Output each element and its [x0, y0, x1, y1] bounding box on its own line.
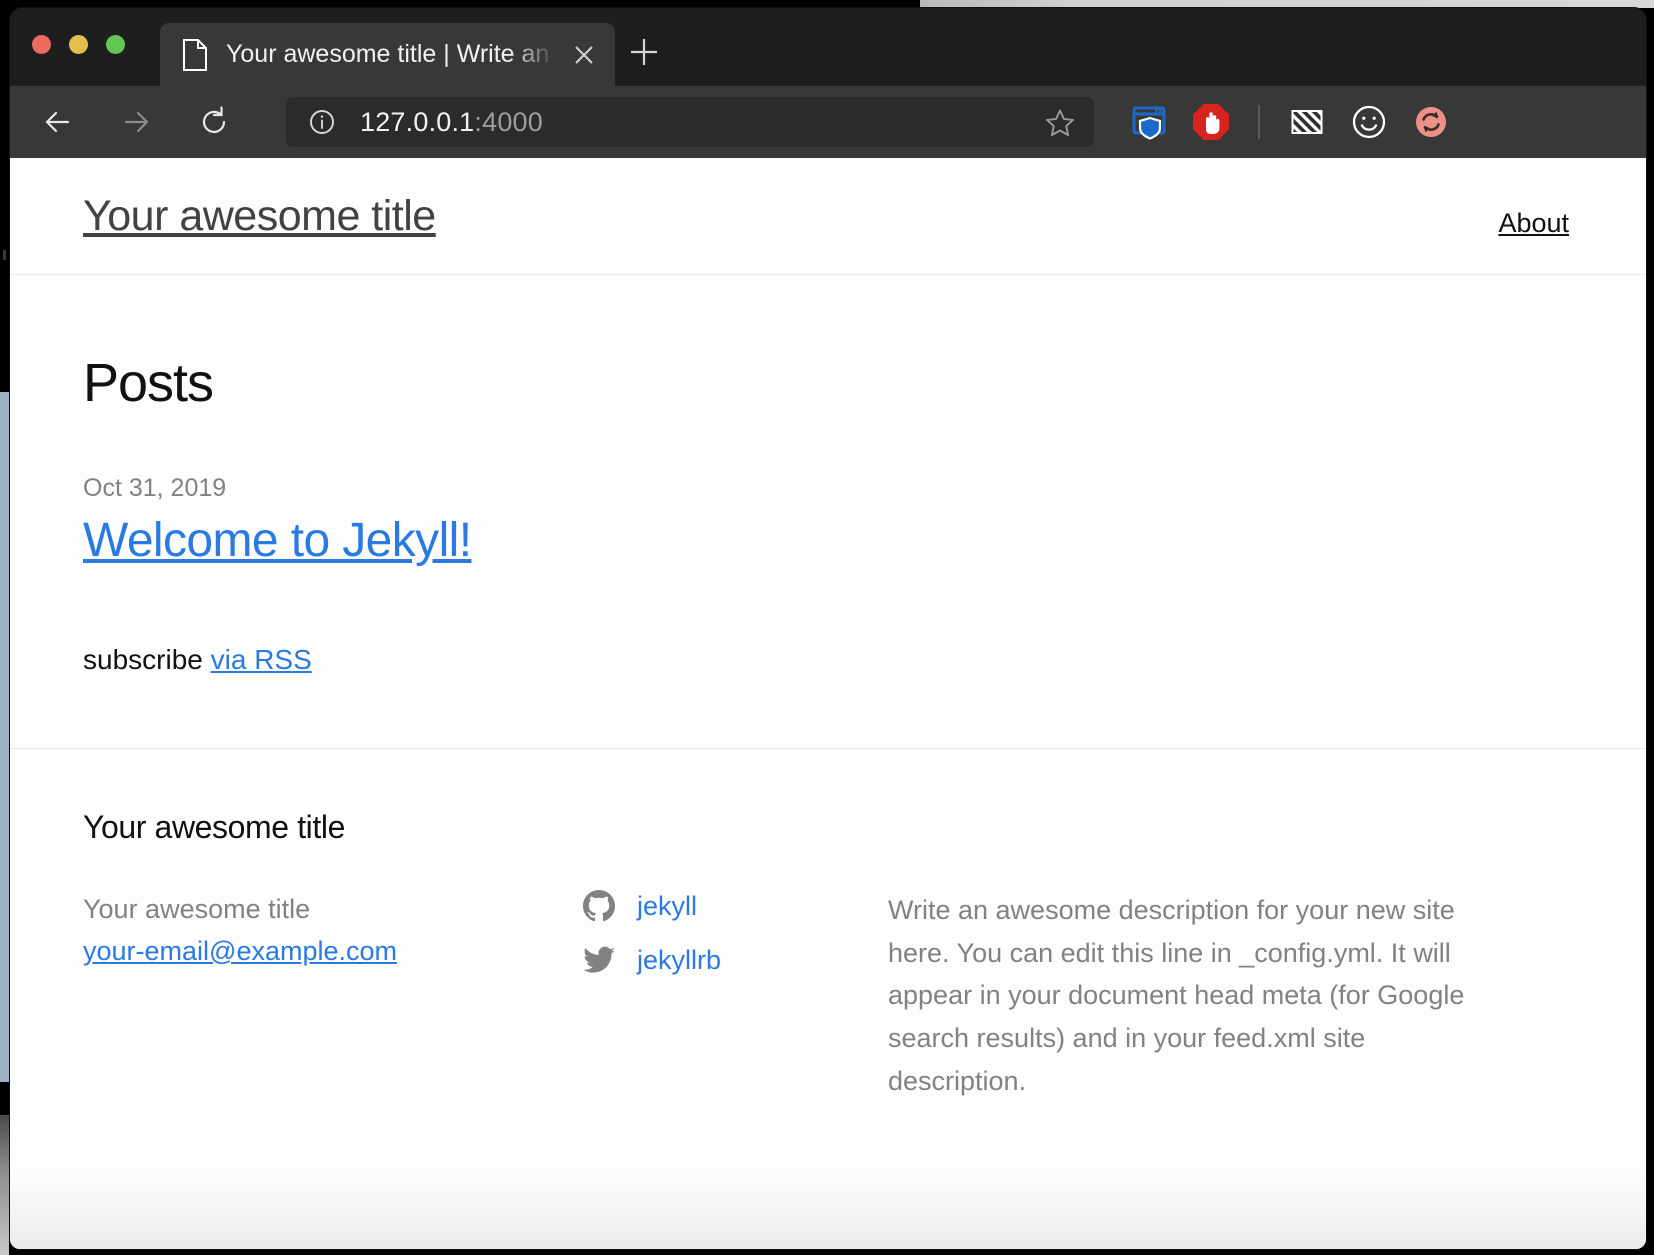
footer-columns: Your awesome title your-email@example.co… [83, 889, 1573, 1102]
site-title[interactable]: Your awesome title [83, 192, 436, 241]
site-footer: Your awesome title Your awesome title yo… [10, 748, 1646, 1102]
github-icon [583, 889, 617, 923]
adblock-stop-hand-icon[interactable] [1180, 91, 1242, 153]
minimize-window-button[interactable] [69, 35, 88, 54]
browser-toolbar: 127.0.0.1:4000 [10, 86, 1646, 158]
toolbar-divider [1258, 105, 1260, 139]
desktop-strip-left [0, 392, 9, 1082]
tab-title: Your awesome title | Write an aw [226, 40, 556, 68]
footer-heading: Your awesome title [83, 809, 345, 845]
site-nav: About [1498, 208, 1569, 239]
page-title: Posts [83, 353, 214, 413]
post-list: Oct 31, 2019 Welcome to Jekyll! [83, 474, 1573, 568]
footer-description: Write an awesome description for your ne… [888, 895, 1465, 1096]
list-item[interactable]: jekyllrb [583, 943, 888, 977]
social-list: jekyll jekyllrb [583, 889, 888, 977]
url-text: 127.0.0.1:4000 [360, 107, 543, 138]
desktop-strip-left-lower [0, 1115, 9, 1255]
twitter-icon [583, 943, 617, 977]
browser-shield-icon[interactable] [1118, 91, 1180, 153]
post-date: Oct 31, 2019 [83, 474, 227, 502]
viewport-bottom-fade [10, 1169, 1646, 1249]
rss-subscribe: subscribe via RSS [83, 644, 1573, 676]
close-icon[interactable] [569, 40, 599, 70]
footer-contact-column: Your awesome title your-email@example.co… [83, 889, 583, 1102]
extension-toolbar [1118, 86, 1462, 158]
reload-icon[interactable] [188, 96, 240, 148]
footer-social-column: jekyll jekyllrb [583, 889, 888, 1102]
smiley-face-icon[interactable] [1338, 91, 1400, 153]
nav-link-about[interactable]: About [1498, 208, 1569, 238]
main-content: Posts Oct 31, 2019 Welcome to Jekyll! su… [10, 352, 1646, 676]
footer-email-link[interactable]: your-email@example.com [83, 936, 397, 966]
back-arrow-icon[interactable] [32, 96, 84, 148]
list-item: Oct 31, 2019 Welcome to Jekyll! [83, 474, 1573, 568]
tab-strip: Your awesome title | Write an aw [10, 8, 1646, 86]
footer-contact-name: Your awesome title [83, 894, 311, 924]
star-icon[interactable] [1044, 107, 1076, 139]
hatched-square-icon[interactable] [1276, 91, 1338, 153]
social-label-twitter[interactable]: jekyllrb [637, 945, 721, 976]
desktop-strip-top [920, 0, 1654, 8]
address-bar[interactable]: 127.0.0.1:4000 [286, 97, 1094, 147]
list-item[interactable]: jekyll [583, 889, 888, 923]
forward-arrow-icon[interactable] [110, 96, 162, 148]
rss-link[interactable]: via RSS [211, 644, 312, 675]
close-window-button[interactable] [32, 35, 51, 54]
new-tab-button[interactable] [625, 33, 663, 71]
footer-description-column: Write an awesome description for your ne… [888, 889, 1508, 1102]
url-host: 127.0.0.1 [360, 106, 475, 137]
window-controls [32, 35, 125, 54]
post-link[interactable]: Welcome to Jekyll! [83, 513, 1573, 568]
browser-tab[interactable]: Your awesome title | Write an aw [160, 23, 615, 86]
subscribe-label: subscribe [83, 644, 211, 675]
desktop-artifact [3, 250, 6, 260]
url-port: :4000 [474, 106, 543, 137]
maximize-window-button[interactable] [106, 35, 125, 54]
browser-window: Your awesome title | Write an aw 127.0.0… [10, 8, 1646, 1249]
document-icon [182, 38, 208, 71]
site-header: Your awesome title About [10, 158, 1646, 275]
social-label-github[interactable]: jekyll [637, 891, 697, 922]
info-circle-icon[interactable] [308, 108, 336, 136]
sync-refresh-icon[interactable] [1400, 91, 1462, 153]
page-viewport: Your awesome title About Posts Oct 31, 2… [10, 158, 1646, 1249]
